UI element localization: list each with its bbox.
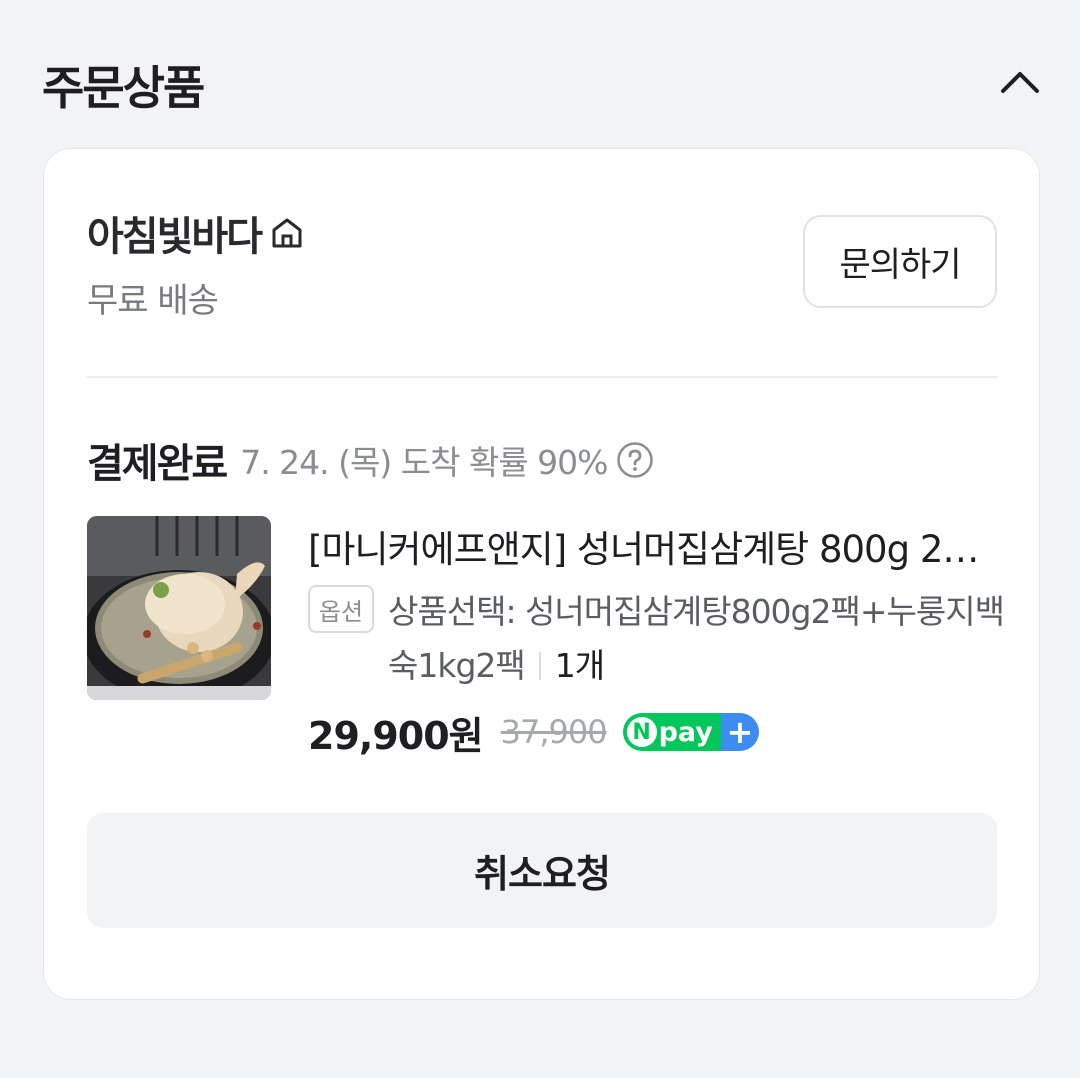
- npay-n-icon: N: [626, 717, 657, 747]
- order-status-row: 결제완료 7. 24. (목) 도착 확률 90%: [87, 435, 654, 487]
- option-value: 상품선택: 성너머집삼계탕800g2팩+누룽지백숙1kg2팩: [388, 592, 1005, 685]
- plus-icon: +: [720, 713, 759, 751]
- option-text: 상품선택: 성너머집삼계탕800g2팩+누룽지백숙1kg2팩 1개: [388, 585, 1008, 693]
- inquiry-button[interactable]: 문의하기: [803, 215, 997, 308]
- quantity: 1개: [554, 646, 605, 685]
- order-card: 아침빛바다 무료 배송 문의하기 결제완료 7. 24. (목) 도착 확률 9…: [43, 148, 1040, 1000]
- product-name[interactable]: [마니커에프앤지] 성너머집삼계탕 800g 2팩+누룽지백숙1kg2팩: [308, 519, 988, 573]
- option-badge: 옵션: [308, 585, 374, 633]
- sale-price: 29,900원: [308, 713, 484, 758]
- delivery-estimate: 7. 24. (목) 도착 확률 90%: [240, 443, 608, 482]
- question-circle-icon[interactable]: [616, 441, 654, 479]
- npay-word: pay: [658, 716, 713, 748]
- quantity-separator: [538, 652, 541, 680]
- product-thumbnail[interactable]: [87, 516, 271, 700]
- shipping-info: 무료 배송: [87, 281, 219, 321]
- section-title: 주문상품: [42, 61, 205, 115]
- divider: [87, 376, 997, 378]
- chevron-up-icon[interactable]: [998, 60, 1042, 104]
- original-price: 37,900: [500, 713, 608, 751]
- order-items-header: 주문상품: [42, 48, 1042, 118]
- seller-row: 아침빛바다: [87, 204, 305, 262]
- seller-name[interactable]: 아침빛바다: [87, 204, 263, 262]
- price-row: 29,900원 37,900 N pay +: [308, 707, 759, 758]
- npay-logo: N pay: [622, 713, 721, 751]
- cancel-request-button[interactable]: 취소요청: [87, 813, 997, 928]
- npay-plus-badge: N pay +: [622, 713, 759, 751]
- home-icon[interactable]: [269, 215, 305, 251]
- order-status: 결제완료: [87, 441, 228, 487]
